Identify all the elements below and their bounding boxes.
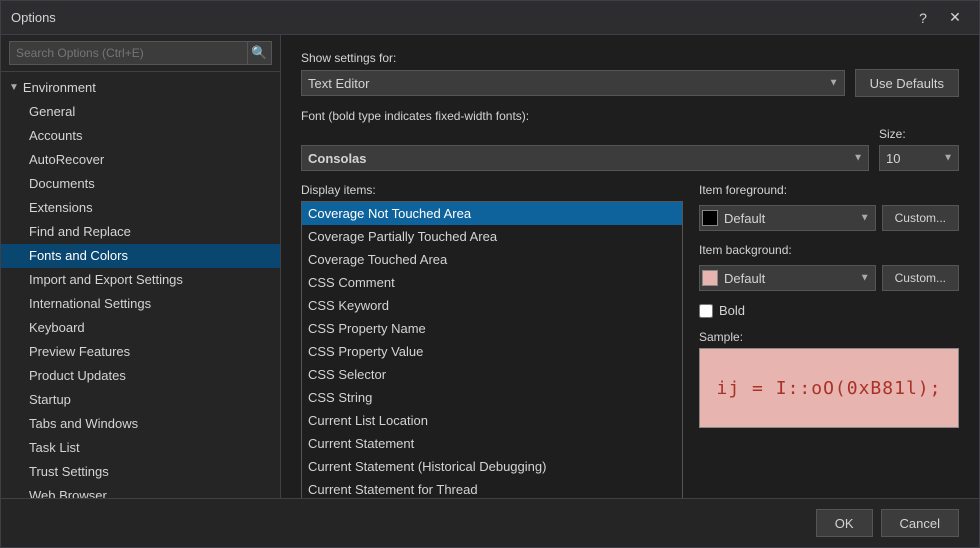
background-custom-button[interactable]: Custom... (882, 265, 959, 291)
list-item-current-statement[interactable]: Current Statement (302, 432, 682, 455)
search-input[interactable] (9, 41, 248, 65)
size-select[interactable]: 10 (879, 145, 959, 171)
list-item-current-list-location[interactable]: Current List Location (302, 409, 682, 432)
list-item-current-statement-historical[interactable]: Current Statement (Historical Debugging) (302, 455, 682, 478)
color-panel: Item foreground: Default ▼ Custom... (699, 183, 959, 498)
list-item-coverage-touched[interactable]: Coverage Touched Area (302, 248, 682, 271)
bold-row: Bold (699, 303, 959, 318)
show-settings-select[interactable]: Text Editor (301, 70, 845, 96)
background-label: Item background: (699, 243, 959, 257)
font-row: Consolas ▼ Size: 10 ▼ (301, 127, 959, 171)
right-panel: Show settings for: Text Editor ▼ Use Def… (281, 35, 979, 498)
expand-icon: ▼ (9, 78, 19, 98)
ok-button[interactable]: OK (816, 509, 873, 537)
display-items-label: Display items: (301, 183, 683, 197)
bold-checkbox[interactable] (699, 304, 713, 318)
foreground-select[interactable]: Default (699, 205, 876, 231)
show-settings-select-wrapper: Text Editor ▼ (301, 70, 845, 96)
list-item-coverage-not-touched[interactable]: Coverage Not Touched Area (302, 202, 682, 225)
cancel-button[interactable]: Cancel (881, 509, 959, 537)
tree-item-import-export[interactable]: Import and Export Settings (1, 268, 280, 292)
search-icon[interactable]: 🔍 (248, 41, 272, 65)
size-section: Size: 10 ▼ (879, 127, 959, 171)
tree-item-autorecover[interactable]: AutoRecover (1, 148, 280, 172)
list-box-wrapper: Coverage Not Touched Area Coverage Parti… (301, 201, 683, 498)
size-label: Size: (879, 127, 959, 141)
sample-label: Sample: (699, 330, 959, 344)
tree-item-international[interactable]: International Settings (1, 292, 280, 316)
tree-item-preview[interactable]: Preview Features (1, 340, 280, 364)
foreground-select-wrapper: Default ▼ (699, 205, 876, 231)
sample-text: ij = I::oO(0xB81l); (717, 378, 942, 399)
background-select[interactable]: Default (699, 265, 876, 291)
tree-item-extensions[interactable]: Extensions (1, 196, 280, 220)
size-select-wrapper: 10 ▼ (879, 145, 959, 171)
foreground-label: Item foreground: (699, 183, 959, 197)
list-item-css-keyword[interactable]: CSS Keyword (302, 294, 682, 317)
tree-item-environment[interactable]: ▼ Environment (1, 76, 280, 100)
dialog-footer: OK Cancel (1, 498, 979, 547)
tree-container: ▼ Environment General Accounts AutoRecov… (1, 72, 280, 498)
lower-section: Display items: Coverage Not Touched Area… (301, 183, 959, 498)
list-item-css-selector[interactable]: CSS Selector (302, 363, 682, 386)
tree-item-general[interactable]: General (1, 100, 280, 124)
tree-item-task-list[interactable]: Task List (1, 436, 280, 460)
font-section: Font (bold type indicates fixed-width fo… (301, 109, 959, 171)
tree-item-startup[interactable]: Startup (1, 388, 280, 412)
background-select-wrapper: Default ▼ (699, 265, 876, 291)
search-container: 🔍 (1, 35, 280, 72)
show-settings-section: Show settings for: Text Editor ▼ Use Def… (301, 51, 959, 97)
font-label: Font (bold type indicates fixed-width fo… (301, 109, 959, 123)
environment-label: Environment (23, 78, 96, 98)
tree-item-product-updates[interactable]: Product Updates (1, 364, 280, 388)
tree-item-keyboard[interactable]: Keyboard (1, 316, 280, 340)
font-select-wrapper: Consolas ▼ (301, 145, 869, 171)
tree-item-tabs-windows[interactable]: Tabs and Windows (1, 412, 280, 436)
list-item-css-comment[interactable]: CSS Comment (302, 271, 682, 294)
list-item-css-property-value[interactable]: CSS Property Value (302, 340, 682, 363)
list-item-current-statement-thread[interactable]: Current Statement for Thread (302, 478, 682, 498)
dialog-title: Options (11, 10, 909, 25)
tree-item-find-replace[interactable]: Find and Replace (1, 220, 280, 244)
bold-label: Bold (719, 303, 745, 318)
foreground-custom-button[interactable]: Custom... (882, 205, 959, 231)
tree-item-trust[interactable]: Trust Settings (1, 460, 280, 484)
list-item-css-property-name[interactable]: CSS Property Name (302, 317, 682, 340)
list-item-css-string[interactable]: CSS String (302, 386, 682, 409)
foreground-row: Item foreground: Default ▼ Custom... (699, 183, 959, 231)
foreground-controls: Default ▼ Custom... (699, 205, 959, 231)
left-panel: 🔍 ▼ Environment General Accounts AutoRec… (1, 35, 281, 498)
list-item-coverage-partially[interactable]: Coverage Partially Touched Area (302, 225, 682, 248)
background-row: Item background: Default ▼ Custom... (699, 243, 959, 291)
background-controls: Default ▼ Custom... (699, 265, 959, 291)
use-defaults-button[interactable]: Use Defaults (855, 69, 959, 97)
title-bar: Options ? ✕ (1, 1, 979, 35)
sample-box: ij = I::oO(0xB81l); (699, 348, 959, 428)
options-dialog: Options ? ✕ 🔍 ▼ Environment General Acco… (0, 0, 980, 548)
close-button[interactable]: ✕ (941, 7, 969, 29)
dialog-body: 🔍 ▼ Environment General Accounts AutoRec… (1, 35, 979, 498)
help-button[interactable]: ? (909, 7, 937, 29)
title-bar-buttons: ? ✕ (909, 7, 969, 29)
font-select[interactable]: Consolas (301, 145, 869, 171)
sample-section: Sample: ij = I::oO(0xB81l); (699, 330, 959, 428)
tree-item-web-browser[interactable]: Web Browser (1, 484, 280, 498)
tree-item-documents[interactable]: Documents (1, 172, 280, 196)
show-settings-label: Show settings for: (301, 51, 959, 65)
show-settings-row: Text Editor ▼ Use Defaults (301, 69, 959, 97)
display-items-panel: Display items: Coverage Not Touched Area… (301, 183, 683, 498)
tree-item-accounts[interactable]: Accounts (1, 124, 280, 148)
tree-item-fonts-colors[interactable]: Fonts and Colors (1, 244, 280, 268)
display-items-list[interactable]: Coverage Not Touched Area Coverage Parti… (301, 201, 683, 498)
